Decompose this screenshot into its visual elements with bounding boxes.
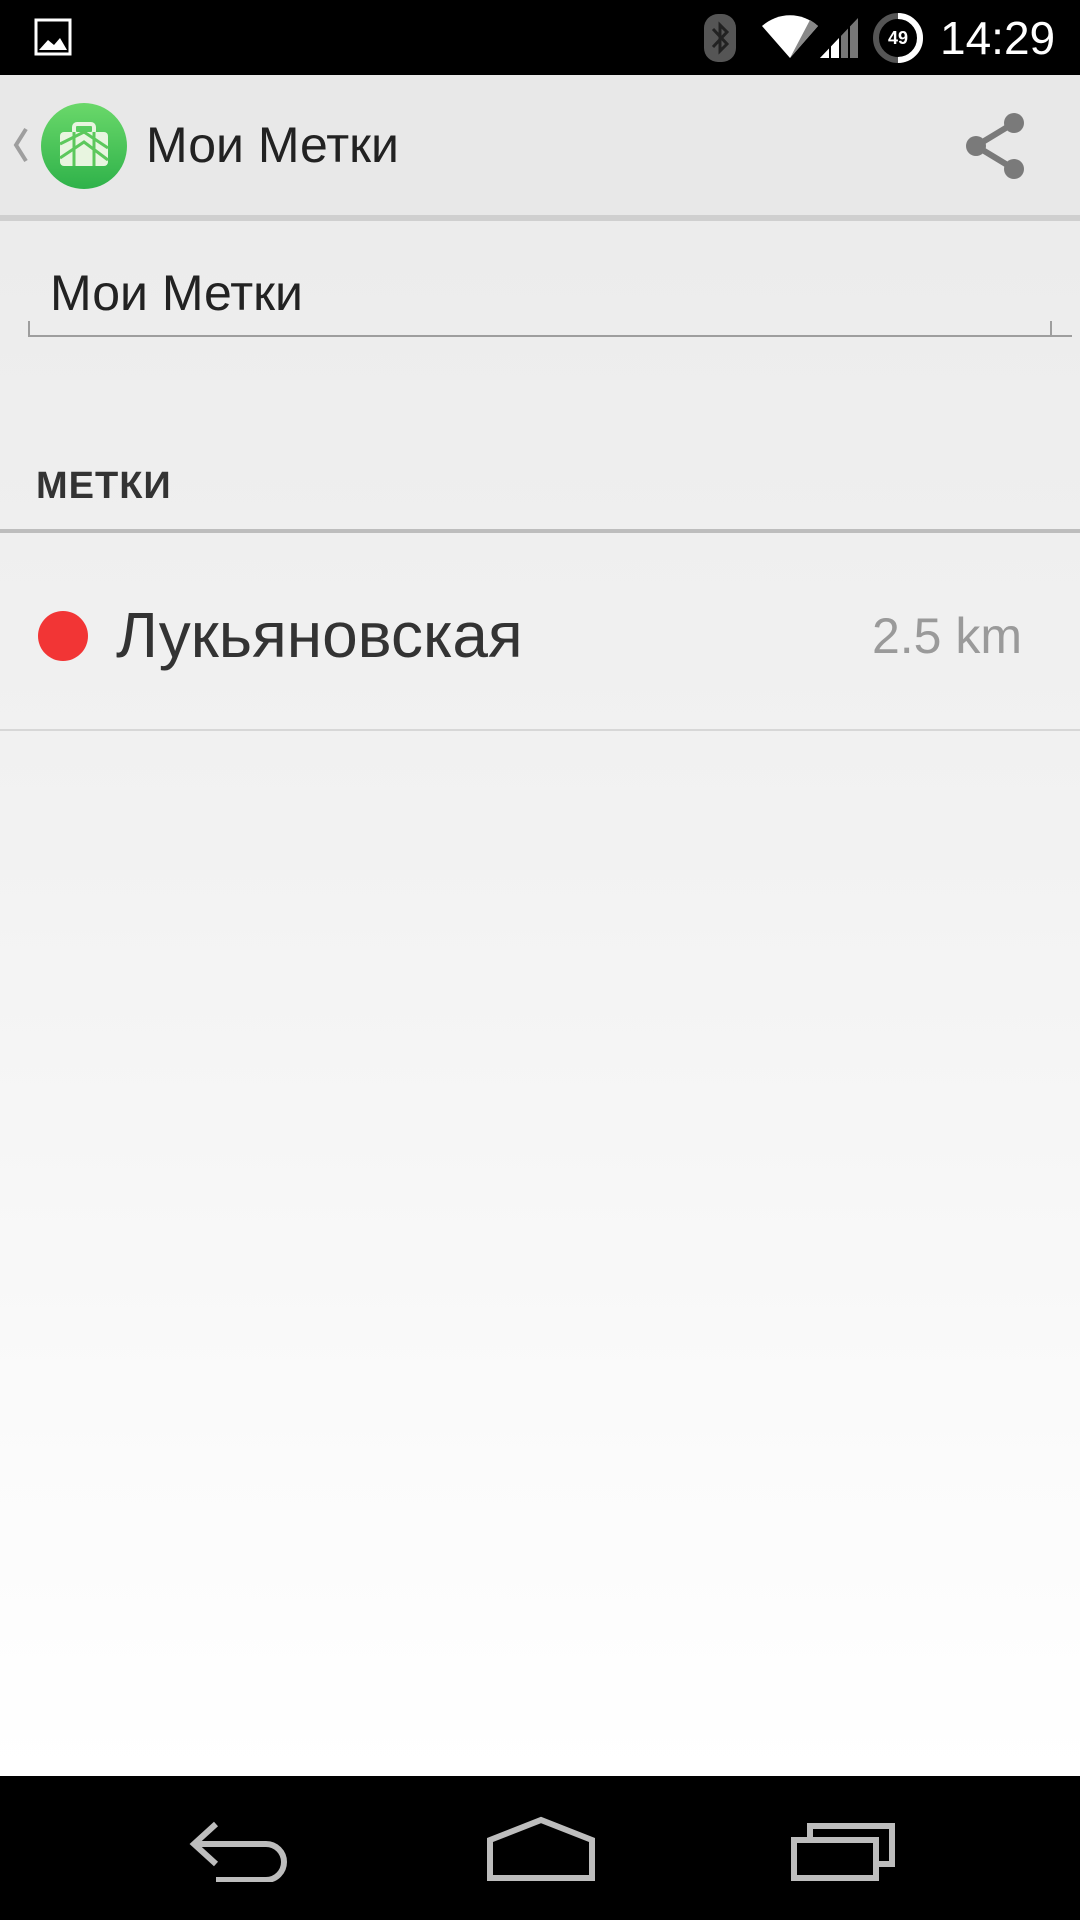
nav-back-icon[interactable]	[186, 1816, 292, 1882]
bookmark-row[interactable]: Лукьяновская 2.5 km	[0, 535, 1080, 731]
gallery-notification-icon	[34, 18, 72, 56]
bluetooth-icon	[704, 14, 736, 62]
wifi-icon	[762, 15, 818, 58]
list-name-field[interactable]	[28, 251, 1072, 337]
back-chevron-icon[interactable]	[8, 123, 32, 167]
clock: 14:29	[940, 12, 1056, 64]
bookmark-distance: 2.5 km	[871, 608, 1022, 664]
field-underline-cap-right	[1050, 321, 1052, 335]
section-divider	[0, 529, 1080, 533]
nav-recents-icon[interactable]	[790, 1816, 898, 1882]
battery-level: 49	[887, 27, 909, 48]
share-icon[interactable]	[958, 109, 1032, 183]
nav-home-icon[interactable]	[484, 1814, 598, 1882]
cell-signal-icon	[820, 18, 858, 58]
bookmark-name: Лукьяновская	[116, 599, 523, 671]
bookmark-color-dot	[38, 611, 88, 661]
content-area: МЕТКИ Лукьяновская 2.5 km	[0, 221, 1080, 1776]
status-bar: 49 14:29	[0, 0, 1080, 75]
action-bar: Мои Метки	[0, 75, 1080, 221]
page-title: Мои Метки	[146, 117, 399, 173]
navigation-bar	[0, 1776, 1080, 1920]
section-header: МЕТКИ	[36, 465, 172, 507]
app-logo-icon[interactable]	[40, 102, 128, 190]
field-underline-cap-left	[28, 321, 30, 335]
